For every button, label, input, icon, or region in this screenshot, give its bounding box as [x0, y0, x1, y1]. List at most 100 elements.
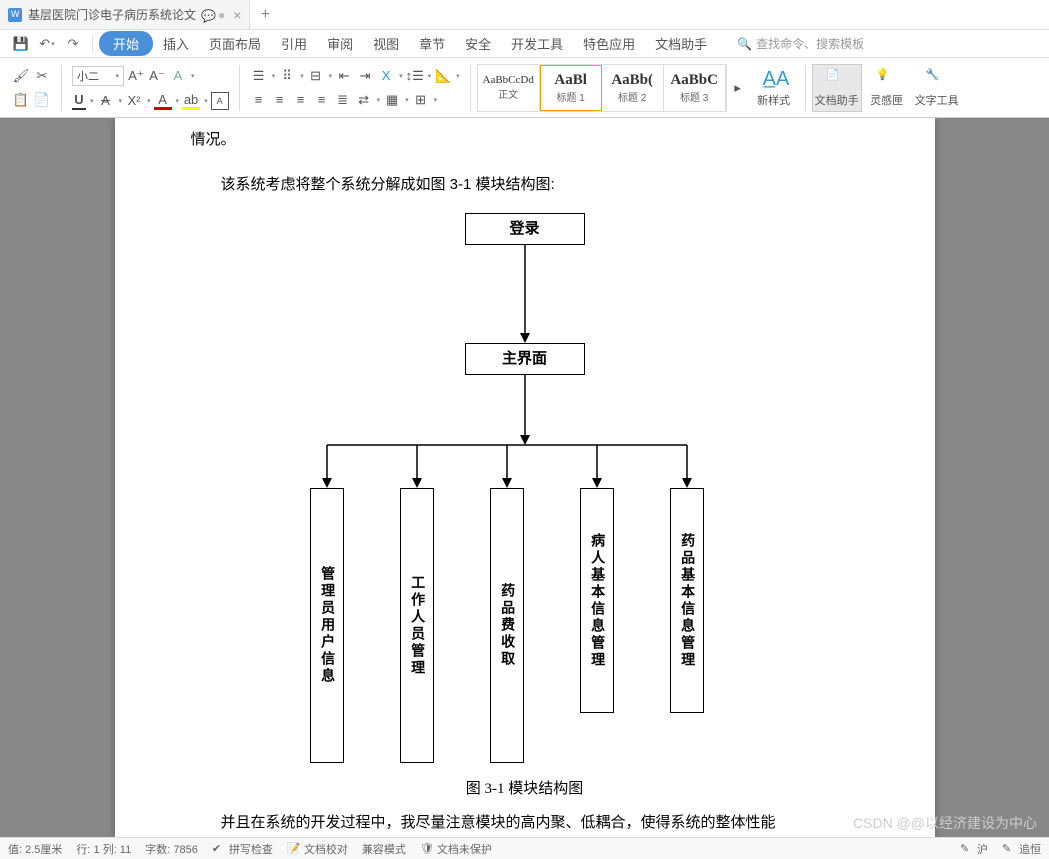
separator [92, 36, 93, 52]
menu-review[interactable]: 审阅 [317, 34, 363, 53]
font-size-select[interactable]: 小二▾ [72, 66, 124, 86]
status-track1[interactable]: ✎沪 [960, 841, 988, 857]
style-gallery: AaBbCcDd正文 AaBl标题 1 AaBb(标题 2 AaBbC标题 3 [477, 64, 727, 112]
track2-icon: ✎ [1002, 842, 1015, 855]
menu-insert[interactable]: 插入 [153, 34, 199, 53]
cut-icon[interactable]: ✂ [33, 67, 51, 85]
decrease-font-icon[interactable]: A⁻ [148, 67, 166, 85]
bullets-icon[interactable]: ☰ [250, 67, 268, 85]
status-position: 值: 2.5厘米 [8, 841, 62, 857]
titlebar: 基层医院门诊电子病历系统论文 💬 ● × + [0, 0, 1049, 30]
distribute-icon[interactable]: ≣ [334, 91, 352, 109]
separator [61, 65, 62, 111]
doc-icon [8, 8, 22, 22]
shading-icon[interactable]: ▦ [383, 91, 401, 109]
menu-security[interactable]: 安全 [455, 34, 501, 53]
underline-icon[interactable]: U [72, 92, 86, 110]
superscript-icon[interactable]: X² [125, 92, 143, 110]
menu-special[interactable]: 特色应用 [573, 34, 645, 53]
shield-icon: 🛡 [420, 842, 433, 855]
module-diagram: 登录 主界面 管理员用户信息 工作人员管理 药品费收取 病人基本信息管理 药品基… [275, 213, 775, 768]
undo-icon[interactable]: ↶▾ [38, 35, 56, 53]
font-color-icon[interactable]: A [154, 92, 172, 110]
numbering-icon[interactable]: ⠿ [278, 67, 296, 85]
status-compat: 兼容模式 [362, 841, 406, 857]
line-spacing-icon[interactable]: ↕☰ [406, 67, 424, 85]
multilevel-icon[interactable]: ⊟ [307, 67, 325, 85]
border-icon[interactable]: ⊞ [412, 91, 430, 109]
copy-icon[interactable]: 📋 [12, 91, 30, 109]
new-style-icon: A̲A [763, 68, 785, 90]
menu-reference[interactable]: 引用 [271, 34, 317, 53]
new-style-button[interactable]: A̲A 新样式 [749, 64, 799, 112]
char-border-icon[interactable]: A [211, 92, 229, 110]
menu-start[interactable]: 开始 [99, 31, 153, 56]
increase-font-icon[interactable]: A⁺ [127, 67, 145, 85]
clear-format-icon[interactable]: A [169, 67, 187, 85]
wrench-icon: 🔧 [926, 68, 948, 90]
menu-layout[interactable]: 页面布局 [199, 34, 271, 53]
status-track2[interactable]: ✎追恒 [1002, 841, 1041, 857]
tab-title: 基层医院门诊电子病历系统论文 [28, 6, 196, 23]
tab-modified-dot: ● [218, 8, 225, 22]
lightbulb-icon: 💡 [876, 68, 898, 90]
paragraph-fragment-bottom: 并且在系统的开发过程中，我尽量注意模块的高内聚、低耦合，使得系统的整体性能 [191, 809, 859, 836]
diag-module4: 病人基本信息管理 [580, 488, 614, 713]
search-box[interactable]: 🔍 查找命令、搜索模板 [737, 35, 864, 52]
text-options-icon[interactable]: Χ [377, 67, 395, 85]
separator [239, 65, 240, 111]
align-right-icon[interactable]: ≡ [292, 91, 310, 109]
paragraph: 该系统考虑将整个系统分解成如图 3-1 模块结构图: [191, 171, 859, 198]
dochelper-icon: 📄 [826, 68, 848, 90]
strikethrough-icon[interactable]: A [97, 92, 115, 110]
ruler-icon[interactable]: 📐 [434, 67, 452, 85]
doc-helper-button[interactable]: 📄 文档助手 [812, 64, 862, 112]
status-proof[interactable]: 📝文档校对 [287, 841, 348, 857]
close-tab-icon[interactable]: × [233, 7, 241, 23]
style-normal[interactable]: AaBbCcDd正文 [478, 65, 540, 111]
style-more-icon[interactable]: ▸ [729, 79, 747, 97]
watermark: CSDN @@以经济建设为中心 [853, 813, 1037, 833]
status-wordcount[interactable]: 字数: 7856 [145, 841, 198, 857]
align-left-icon[interactable]: ≡ [250, 91, 268, 109]
menu-section[interactable]: 章节 [409, 34, 455, 53]
increase-indent-icon[interactable]: ⇥ [356, 67, 374, 85]
menu-view[interactable]: 视图 [363, 34, 409, 53]
diag-module2: 工作人员管理 [400, 488, 434, 763]
decrease-indent-icon[interactable]: ⇤ [335, 67, 353, 85]
diagram-connectors [275, 213, 775, 493]
style-heading1[interactable]: AaBl标题 1 [540, 65, 602, 111]
statusbar: 值: 2.5厘米 行: 1 列: 11 字数: 7856 ✔拼写检查 📝文档校对… [0, 837, 1049, 859]
paragraph-fragment: 情况。 [191, 118, 859, 153]
format-painter-icon[interactable]: 🖌 [12, 67, 30, 85]
status-protect[interactable]: 🛡文档未保护 [420, 841, 492, 857]
redo-icon[interactable]: ↷ [64, 35, 82, 53]
indent-opts-icon[interactable]: ⇄ [355, 91, 373, 109]
inspire-button[interactable]: 💡 灵感匣 [862, 64, 912, 112]
highlight-icon[interactable]: ab [182, 92, 200, 110]
document-page[interactable]: 情况。 该系统考虑将整个系统分解成如图 3-1 模块结构图: 登录 主界面 管理… [115, 118, 935, 837]
menu-devtools[interactable]: 开发工具 [501, 34, 573, 53]
align-center-icon[interactable]: ≡ [271, 91, 289, 109]
menu-dochelper[interactable]: 文档助手 [645, 34, 717, 53]
diag-module3: 药品费收取 [490, 488, 524, 763]
diag-module1: 管理员用户信息 [310, 488, 344, 763]
menubar: 💾 ↶▾ ↷ 开始 插入 页面布局 引用 审阅 视图 章节 安全 开发工具 特色… [0, 30, 1049, 58]
document-tab[interactable]: 基层医院门诊电子病历系统论文 💬 ● × [0, 0, 250, 29]
new-tab-button[interactable]: + [250, 6, 280, 24]
paste-icon[interactable]: 📄 [33, 91, 51, 109]
save-icon[interactable]: 💾 [12, 35, 30, 53]
figure-caption: 图 3-1 模块结构图 [191, 776, 859, 803]
proof-icon: 📝 [287, 842, 300, 855]
text-tools-button[interactable]: 🔧 文字工具 [912, 64, 962, 112]
spellcheck-icon: ✔ [212, 842, 225, 855]
align-justify-icon[interactable]: ≡ [313, 91, 331, 109]
search-placeholder: 查找命令、搜索模板 [756, 35, 864, 52]
style-heading3[interactable]: AaBbC标题 3 [664, 65, 726, 111]
separator [470, 65, 471, 111]
separator [805, 65, 806, 111]
status-spellcheck[interactable]: ✔拼写检查 [212, 841, 273, 857]
style-heading2[interactable]: AaBb(标题 2 [602, 65, 664, 111]
track-icon: ✎ [960, 842, 973, 855]
comment-icon: 💬 [201, 9, 213, 21]
